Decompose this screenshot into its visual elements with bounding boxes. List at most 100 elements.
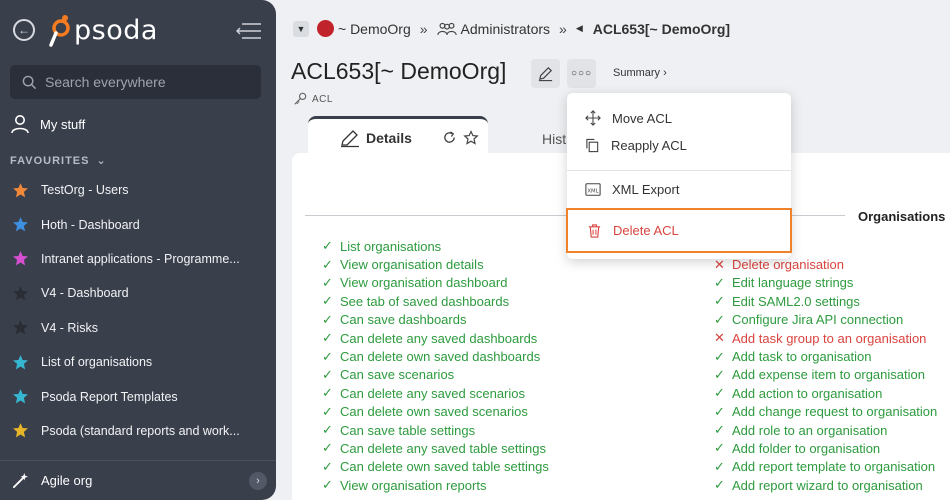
permission-label: Can delete any saved dashboards <box>340 330 538 346</box>
favourite-item[interactable]: Intranet applications - Programme... <box>0 242 276 276</box>
breadcrumb: ▼ ~ DemoOrg » Administrators » ◀ ACL653[… <box>293 20 730 37</box>
permission-label: Can save table settings <box>340 422 476 438</box>
my-stuff-link[interactable]: My stuff <box>10 114 85 134</box>
check-icon: ✓ <box>322 293 333 309</box>
permission-item: ✓ Add change request to organisation <box>714 403 937 421</box>
permission-label: Add folder to organisation <box>732 440 881 456</box>
favourite-item[interactable]: V4 - Risks <box>0 311 276 345</box>
menu-item-reapply-acl[interactable]: Reapply ACL <box>567 132 791 158</box>
favourite-label: Hoth - Dashboard <box>41 217 140 232</box>
check-icon: ✓ <box>322 385 333 401</box>
xml-export-icon: XML <box>585 182 601 196</box>
star-icon <box>13 251 28 266</box>
chevron-right-icon[interactable]: › <box>249 472 267 490</box>
check-icon: ✓ <box>714 366 725 382</box>
check-icon: ✓ <box>714 440 725 456</box>
permission-item: ✓ Can delete own saved scenarios <box>322 403 549 421</box>
check-icon: ✓ <box>714 477 725 493</box>
key-icon <box>294 92 307 105</box>
check-icon: ✓ <box>714 422 725 438</box>
check-icon: ✓ <box>714 311 725 327</box>
logo-mark-icon <box>49 15 70 47</box>
page-subtitle: ACL <box>293 92 333 106</box>
permission-label: Edit language strings <box>732 275 854 291</box>
breadcrumb-dropdown-button[interactable]: ▼ <box>293 20 309 37</box>
permission-item: ✓ View organisation dashboard <box>322 274 549 292</box>
caret-left-icon: ◀ <box>575 23 583 33</box>
check-icon: ✓ <box>322 256 333 272</box>
permission-item: ✓ Edit SAML2.0 settings <box>714 292 937 310</box>
permission-label: View organisation details <box>340 257 484 273</box>
refresh-icon[interactable] <box>442 130 457 145</box>
more-icon: ○○○ <box>570 68 593 79</box>
permission-item: ✓ Can delete any saved dashboards <box>322 329 549 347</box>
check-icon: ✓ <box>714 385 725 401</box>
permission-item: ✓ Can delete own saved table settings <box>322 458 549 476</box>
star-icon <box>13 217 28 232</box>
menu-item-move-acl[interactable]: Move ACL <box>567 105 791 131</box>
permission-label: Can save dashboards <box>340 312 467 328</box>
svg-text:XML: XML <box>587 188 598 194</box>
menu-item-label: XML Export <box>612 181 680 197</box>
favourite-item[interactable]: V4 - Dashboard <box>0 276 276 310</box>
check-icon: ✓ <box>322 403 333 419</box>
search-box[interactable] <box>10 65 261 99</box>
permission-label: Add task group to an organisation <box>732 330 927 346</box>
permission-label: Add report wizard to organisation <box>732 477 923 493</box>
permission-label: View organisation dashboard <box>340 275 508 291</box>
favourite-label: V4 - Risks <box>41 320 98 335</box>
check-icon: ✓ <box>322 274 333 290</box>
org-switcher[interactable]: Agile org › <box>0 460 276 500</box>
favourites-list: TestOrg - Users Hoth - Dashboard Intranet … <box>0 173 276 448</box>
permission-label: Add report template to organisation <box>732 459 936 475</box>
favourite-label: Psoda (standard reports and work... <box>41 423 240 438</box>
edit-button[interactable] <box>531 59 560 88</box>
permission-label: View organisation reports <box>340 477 487 493</box>
tab-actions <box>442 130 479 146</box>
favourite-label: Psoda Report Templates <box>41 389 178 404</box>
summary-link[interactable]: Summary › <box>613 67 667 79</box>
check-icon: ✓ <box>322 348 333 364</box>
search-input[interactable] <box>45 74 245 90</box>
permission-label: Add task to organisation <box>732 349 872 365</box>
permission-label: Can delete any saved scenarios <box>340 385 526 401</box>
tab-history[interactable]: Hist <box>542 131 566 147</box>
favourite-item[interactable]: Psoda (standard reports and work... <box>0 414 276 448</box>
star-icon[interactable] <box>463 130 479 146</box>
pencil-icon <box>538 66 553 82</box>
permission-item: ✓ View organisation reports <box>322 476 549 494</box>
favourite-item[interactable]: TestOrg - Users <box>0 173 276 207</box>
psoda-logo[interactable]: psoda <box>48 13 158 47</box>
menu-item-delete-acl[interactable]: Delete ACL <box>566 208 792 253</box>
check-icon: ✓ <box>322 311 333 327</box>
permission-label: Add action to organisation <box>732 385 883 401</box>
permission-label: Can delete any saved table settings <box>340 440 546 456</box>
menu-item-xml-export[interactable]: XML XML Export <box>567 176 791 202</box>
favourite-item[interactable]: List of organisations <box>0 345 276 379</box>
favourite-label: List of organisations <box>41 355 153 370</box>
more-options-button[interactable]: ○○○ <box>567 59 596 88</box>
star-icon <box>13 320 28 335</box>
permission-item: ✓ Add action to organisation <box>714 384 937 402</box>
favourite-item[interactable]: Hoth - Dashboard <box>0 207 276 241</box>
favourites-header[interactable]: FAVOURITES ⌄ <box>10 154 107 167</box>
cross-icon: ✕ <box>714 330 725 346</box>
tab-details-label: Details <box>366 129 412 146</box>
breadcrumb-org[interactable]: ~ DemoOrg <box>338 21 411 37</box>
permission-item: ✓ View organisation details <box>322 255 549 273</box>
move-icon <box>585 110 601 126</box>
permission-label: Can delete own saved dashboards <box>340 349 541 365</box>
favourite-item[interactable]: Psoda Report Templates <box>0 379 276 413</box>
arrow-left-icon: ← <box>18 23 30 37</box>
menu-separator <box>567 170 791 171</box>
check-icon: ✓ <box>714 348 725 364</box>
check-icon: ✓ <box>322 440 333 456</box>
check-icon: ✓ <box>714 403 725 419</box>
star-icon <box>13 389 28 404</box>
permission-label: Edit SAML2.0 settings <box>732 293 860 309</box>
sidebar-header: ← psoda <box>0 0 276 60</box>
back-button[interactable]: ← <box>13 19 35 41</box>
breadcrumb-administrators[interactable]: Administrators <box>461 21 550 37</box>
check-icon: ✓ <box>714 274 725 290</box>
collapse-sidebar-icon[interactable] <box>236 22 262 40</box>
